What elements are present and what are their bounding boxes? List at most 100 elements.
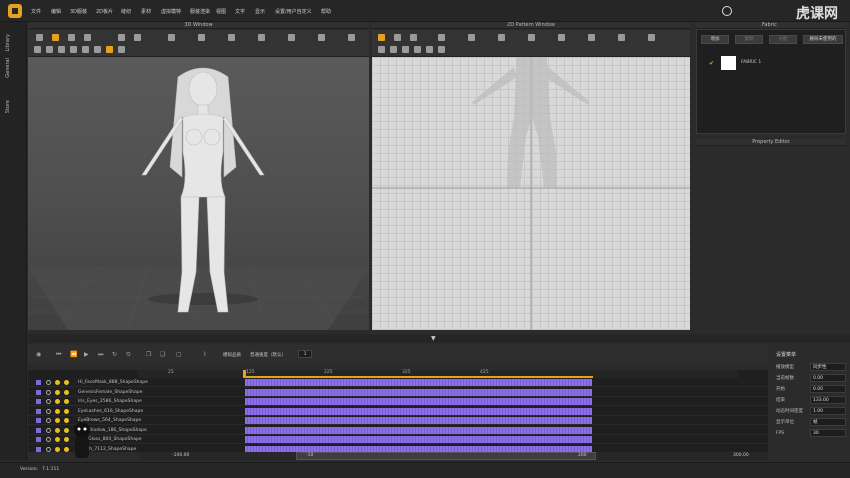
pin-icon[interactable] xyxy=(118,34,125,41)
assign-fabric-button[interactable]: 分配 xyxy=(769,35,797,44)
menu-display[interactable]: 显示 xyxy=(255,8,265,15)
prop-value-field[interactable]: 同步性 xyxy=(810,363,846,371)
menu-2d-pattern[interactable]: 2D板片 xyxy=(96,8,113,15)
fabric-list-item[interactable]: ✔ FABRIC 1 xyxy=(701,56,841,70)
key-icon[interactable] xyxy=(64,418,69,423)
keyframe-bar[interactable] xyxy=(245,407,592,415)
fold-icon[interactable] xyxy=(84,34,91,41)
topstitch-icon[interactable] xyxy=(258,34,265,41)
key-icon[interactable] xyxy=(64,437,69,442)
step-back-icon[interactable]: ⏪ xyxy=(70,351,77,358)
menu-3d-garment[interactable]: 3D服装 xyxy=(70,8,87,15)
prop-value-field[interactable]: 133.00 xyxy=(810,396,846,404)
move-icon[interactable] xyxy=(36,34,43,41)
measure-display-icon[interactable] xyxy=(438,46,445,53)
track-row[interactable]: FaceGloss_804_ShapeShape xyxy=(28,435,768,444)
go-end-icon[interactable]: ⏭ xyxy=(98,351,103,359)
avatar-display-icon[interactable] xyxy=(34,46,41,53)
key-icon[interactable] xyxy=(64,380,69,385)
tab-library[interactable]: Library xyxy=(5,34,11,51)
keyframe-bar[interactable] xyxy=(245,398,592,405)
menu-text[interactable]: 文字 xyxy=(235,8,245,15)
texture-icon[interactable] xyxy=(82,46,89,53)
render-icon[interactable] xyxy=(106,46,113,53)
lock-icon[interactable] xyxy=(55,427,60,433)
menu-sewing[interactable]: 缝纫 xyxy=(121,8,131,15)
clear-keys-icon[interactable]: ▢ xyxy=(176,351,182,358)
lock-icon[interactable] xyxy=(55,408,60,414)
skeleton-icon[interactable] xyxy=(46,46,53,53)
arrangement-icon[interactable] xyxy=(58,46,65,53)
track-row[interactable]: GenesisFemale_ShapeShape xyxy=(28,388,768,397)
zoom-display-icon[interactable] xyxy=(414,46,421,53)
key-icon[interactable] xyxy=(64,427,69,433)
record-icon[interactable]: ◉ xyxy=(36,351,41,358)
visibility-icon[interactable] xyxy=(46,399,51,404)
lock-icon[interactable] xyxy=(55,437,60,442)
speed-value-field[interactable]: 1 xyxy=(298,350,312,358)
lock-icon[interactable] xyxy=(55,418,60,423)
tab-general[interactable]: General xyxy=(5,58,11,78)
visibility-icon[interactable] xyxy=(46,380,51,385)
speed-dropdown[interactable]: 普通速度（默认） xyxy=(250,352,286,358)
shading-icon[interactable] xyxy=(94,46,101,53)
keyframe-bar[interactable] xyxy=(245,426,592,434)
key-icon[interactable] xyxy=(64,446,69,452)
menu-edit[interactable]: 编辑 xyxy=(51,8,61,15)
cursor-icon[interactable]: I xyxy=(204,351,206,358)
pattern-select-icon[interactable] xyxy=(378,34,385,41)
key-icon[interactable] xyxy=(64,399,69,404)
prop-value-field[interactable]: 帧 xyxy=(810,418,846,426)
snapshot-icon[interactable] xyxy=(118,46,125,53)
dart-icon[interactable] xyxy=(498,34,505,41)
speed-icon[interactable]: ⏲ xyxy=(126,351,131,359)
polygon-icon[interactable] xyxy=(438,34,445,41)
edit-pattern-icon[interactable] xyxy=(394,34,401,41)
keyframe-bar[interactable] xyxy=(245,379,592,386)
curve-icon[interactable] xyxy=(468,34,475,41)
track-row[interactable]: Hi_FaceMask_888_ShapeShape xyxy=(28,378,768,387)
delete-unused-button[interactable]: 删除未使用的 xyxy=(803,35,843,44)
lock-icon[interactable] xyxy=(55,389,60,395)
visibility-icon[interactable] xyxy=(46,418,51,423)
zipper-icon[interactable] xyxy=(318,34,325,41)
menu-help[interactable]: 帮助 xyxy=(321,8,331,15)
visibility-icon[interactable] xyxy=(46,446,51,452)
garment-display-icon[interactable] xyxy=(70,46,77,53)
select-icon[interactable] xyxy=(52,34,59,41)
visibility-icon[interactable] xyxy=(46,408,51,414)
paste-keys-icon[interactable]: ❏ xyxy=(160,351,165,358)
menu-settings[interactable]: 设置/用户自定义 xyxy=(275,8,312,15)
collapse-arrow-icon[interactable]: ▼ xyxy=(431,335,436,342)
segment-sew-icon[interactable] xyxy=(558,34,565,41)
lock-icon[interactable] xyxy=(55,399,60,404)
keyframe-bar[interactable] xyxy=(245,388,592,396)
keyframe-bar[interactable] xyxy=(245,417,592,424)
pattern-display-icon[interactable] xyxy=(378,46,385,53)
menu-avatar[interactable]: 虚拟模特 xyxy=(161,8,181,15)
range-slider[interactable] xyxy=(296,452,596,460)
check-sew-icon[interactable] xyxy=(618,34,625,41)
fabric-grain-icon[interactable] xyxy=(648,34,655,41)
menu-view[interactable]: 视图 xyxy=(216,8,226,15)
pattern-canvas[interactable] xyxy=(372,57,690,330)
edit-curve-icon[interactable] xyxy=(228,34,235,41)
visibility-icon[interactable] xyxy=(46,437,51,442)
prop-value-field[interactable]: 1.00 xyxy=(810,407,846,415)
menu-materials[interactable]: 素材 xyxy=(141,8,151,15)
sew-icon[interactable] xyxy=(168,34,175,41)
menu-file[interactable]: 文件 xyxy=(31,8,41,15)
key-icon[interactable] xyxy=(64,389,69,395)
key-icon[interactable] xyxy=(64,408,69,414)
play-icon[interactable]: ▶ xyxy=(84,351,89,358)
view3d-canvas[interactable] xyxy=(28,57,369,330)
trim-icon[interactable] xyxy=(348,34,355,41)
copy-fabric-button[interactable]: 复制 xyxy=(735,35,763,44)
seam-icon[interactable] xyxy=(198,34,205,41)
menu-render[interactable]: 服装渲染 xyxy=(190,8,210,15)
copy-keys-icon[interactable]: ❐ xyxy=(146,351,151,358)
app-logo[interactable] xyxy=(8,4,22,18)
visibility-icon[interactable] xyxy=(46,389,51,395)
keyframe-bar[interactable] xyxy=(245,436,592,443)
track-row[interactable]: EyeBrows_564_ShapeShape xyxy=(28,416,768,425)
